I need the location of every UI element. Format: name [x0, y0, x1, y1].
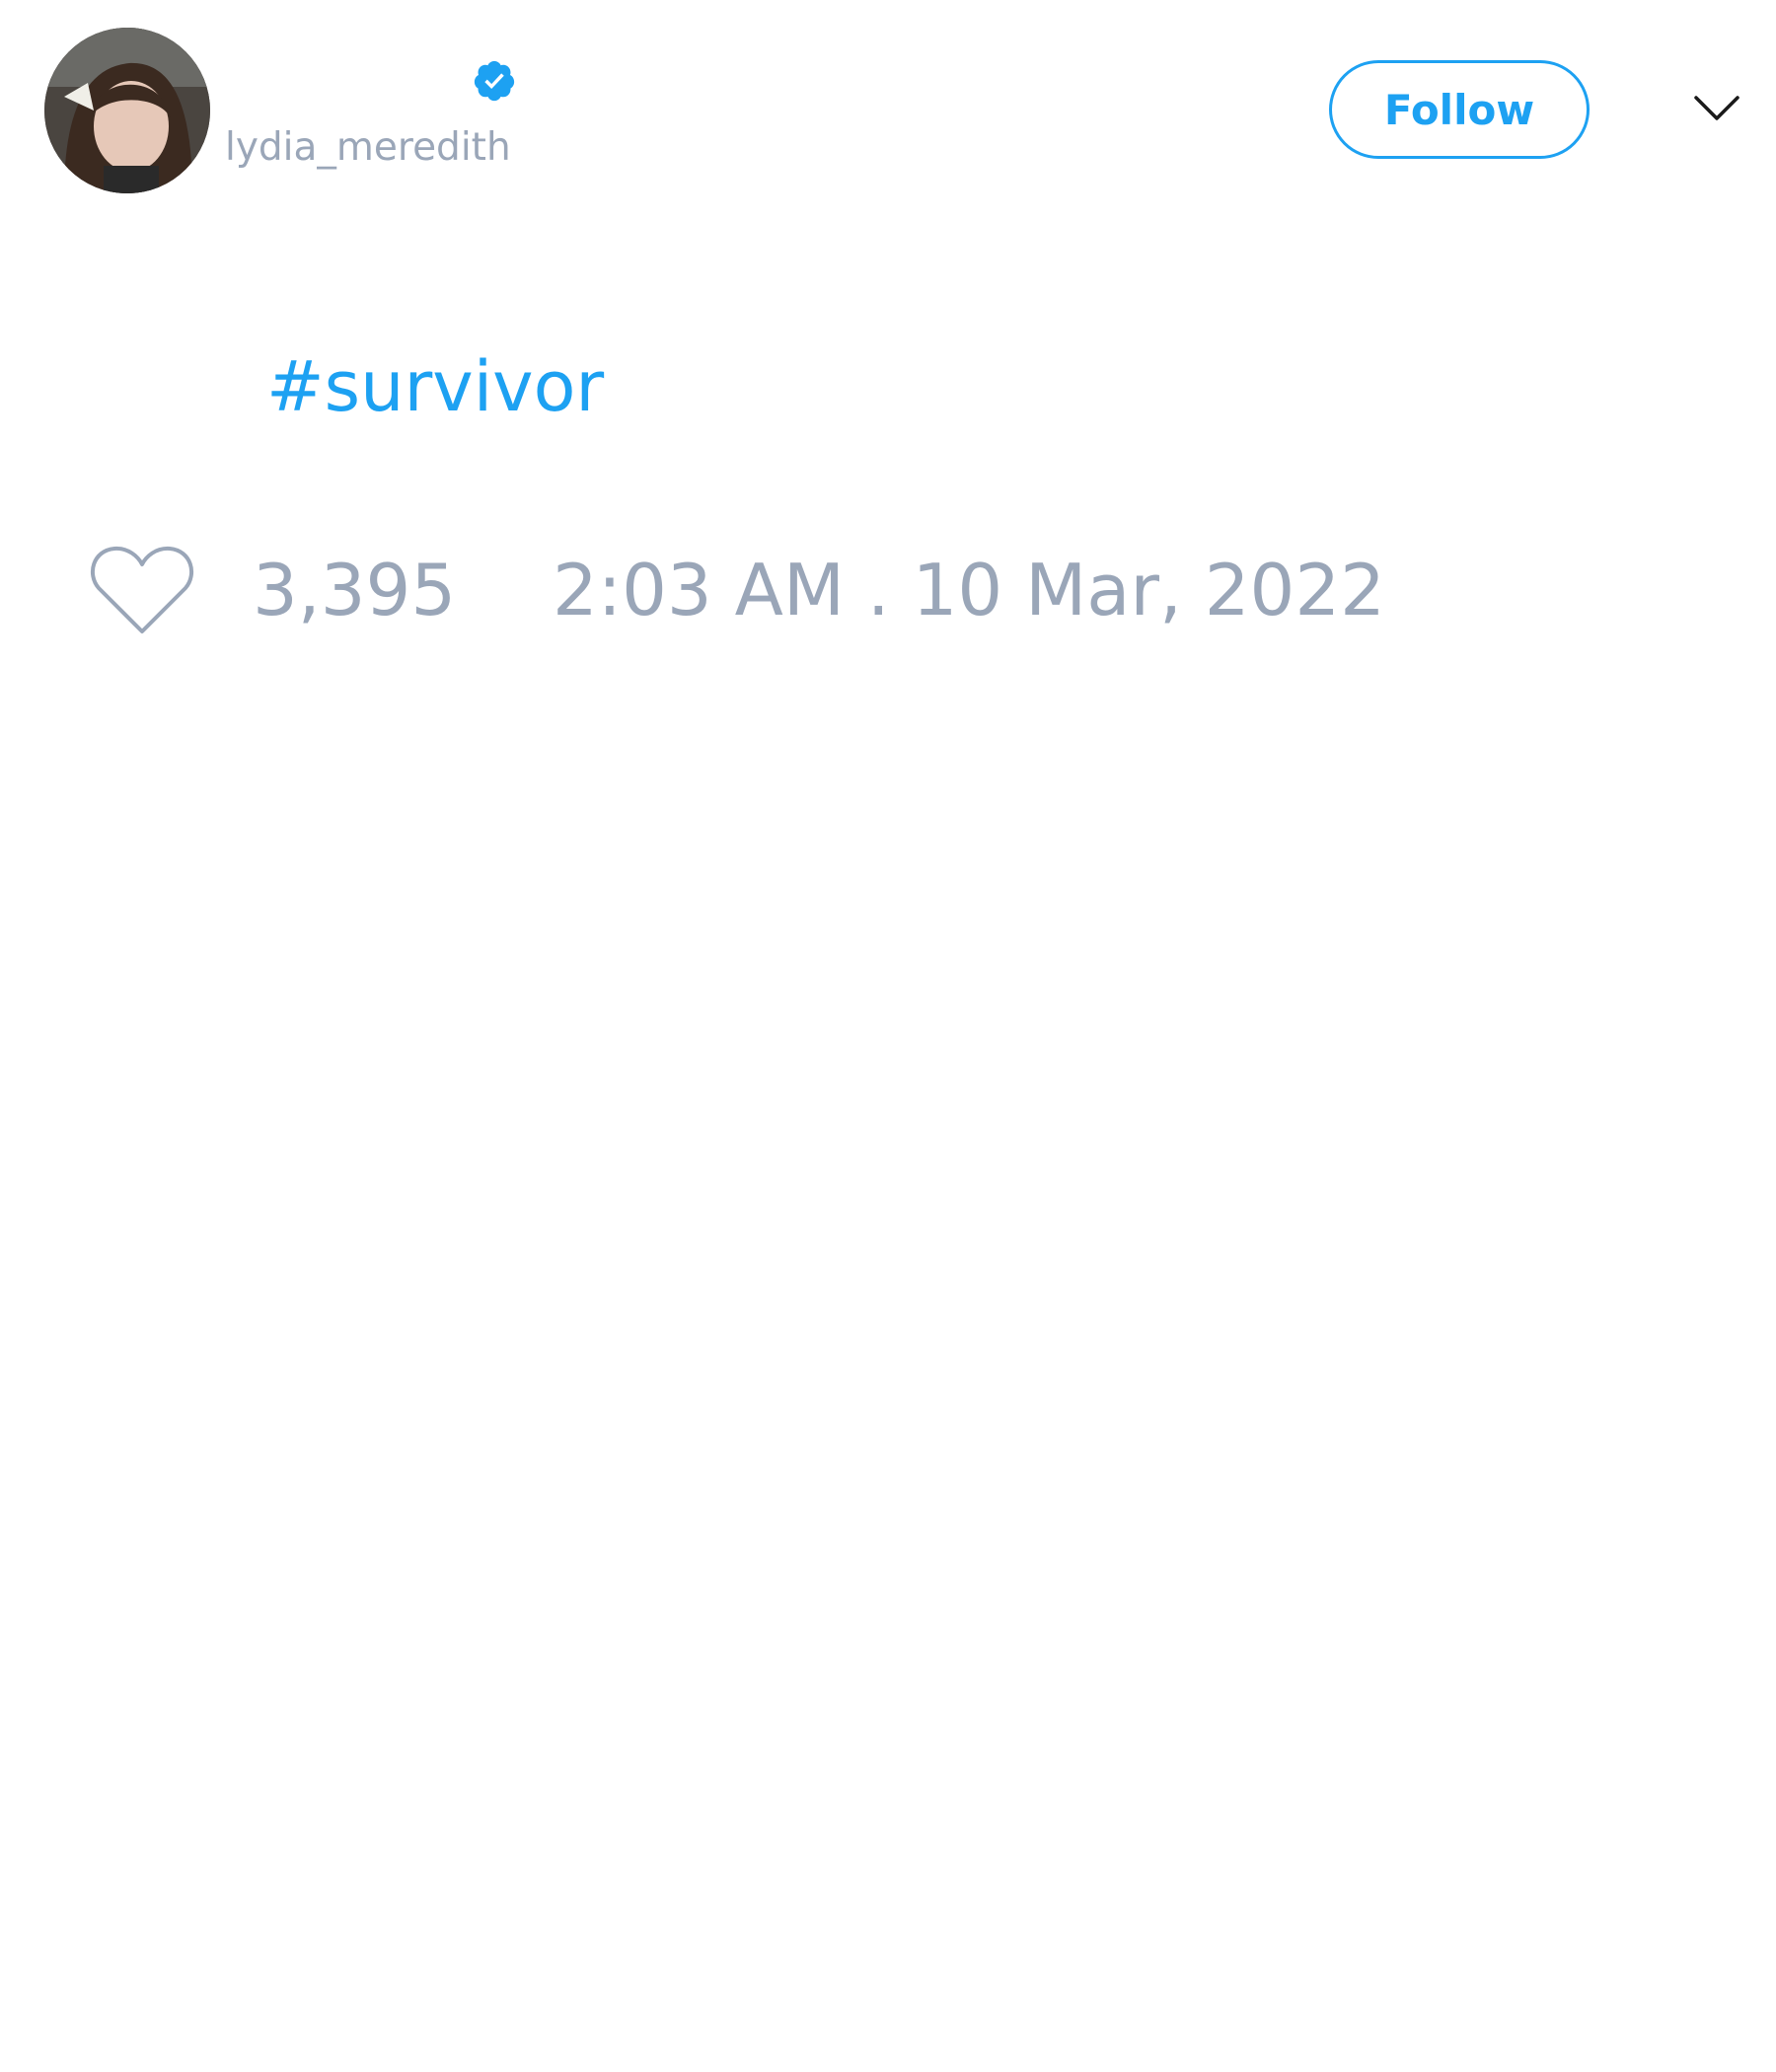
verified-badge-icon — [474, 60, 515, 102]
like-count: 3,395 — [253, 549, 457, 631]
chevron-down-icon[interactable] — [1693, 93, 1740, 124]
tweet-text[interactable]: #survivor — [266, 345, 604, 428]
user-handle[interactable]: lydia_meredith — [225, 124, 511, 172]
timestamp[interactable]: 2:03 AM . 10 Mar, 2022 — [553, 549, 1385, 631]
tweet-card: lydia_meredith Follow #survivor 3,395 2:… — [0, 0, 1776, 2072]
follow-button[interactable]: Follow — [1329, 60, 1590, 159]
heart-icon[interactable] — [89, 543, 195, 637]
avatar-photo — [44, 28, 210, 193]
avatar[interactable] — [44, 28, 210, 193]
